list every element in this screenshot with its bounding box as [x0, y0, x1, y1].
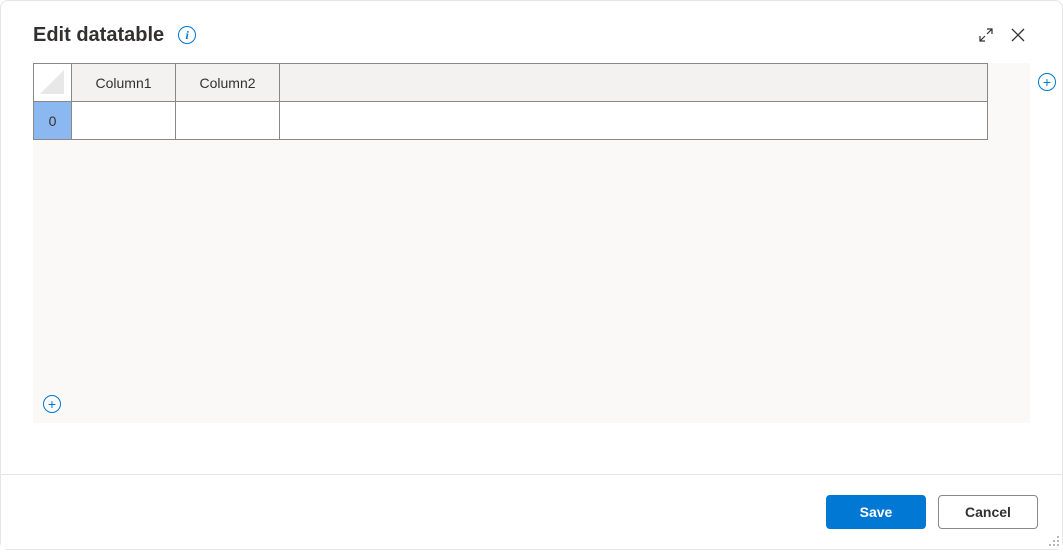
table-corner-cell[interactable]: [34, 64, 72, 102]
column-header-empty[interactable]: [280, 64, 988, 102]
expand-icon[interactable]: [970, 19, 1002, 51]
data-cell[interactable]: [72, 102, 176, 140]
dialog-footer: Save Cancel: [1, 474, 1062, 549]
info-icon[interactable]: i: [178, 26, 196, 44]
plus-icon: +: [1038, 73, 1056, 91]
cancel-button[interactable]: Cancel: [938, 495, 1038, 529]
table-area: Column1 Column2 0 + +: [33, 63, 1030, 423]
data-cell[interactable]: [176, 102, 280, 140]
add-column-button[interactable]: +: [1038, 73, 1058, 93]
column-header[interactable]: Column1: [72, 64, 176, 102]
add-row-button[interactable]: +: [43, 395, 63, 415]
row-header[interactable]: 0: [34, 102, 72, 140]
plus-icon: +: [43, 395, 61, 413]
dialog-content: Column1 Column2 0 + +: [1, 63, 1062, 423]
dialog-title: Edit datatable: [33, 24, 164, 47]
table-row: 0: [34, 102, 988, 140]
data-table: Column1 Column2 0: [33, 63, 988, 140]
resize-handle[interactable]: [1046, 533, 1060, 547]
select-all-triangle-icon: [40, 70, 64, 94]
dialog-header: Edit datatable i: [1, 1, 1062, 63]
column-header[interactable]: Column2: [176, 64, 280, 102]
close-icon[interactable]: [1002, 19, 1034, 51]
data-cell[interactable]: [280, 102, 988, 140]
save-button[interactable]: Save: [826, 495, 926, 529]
